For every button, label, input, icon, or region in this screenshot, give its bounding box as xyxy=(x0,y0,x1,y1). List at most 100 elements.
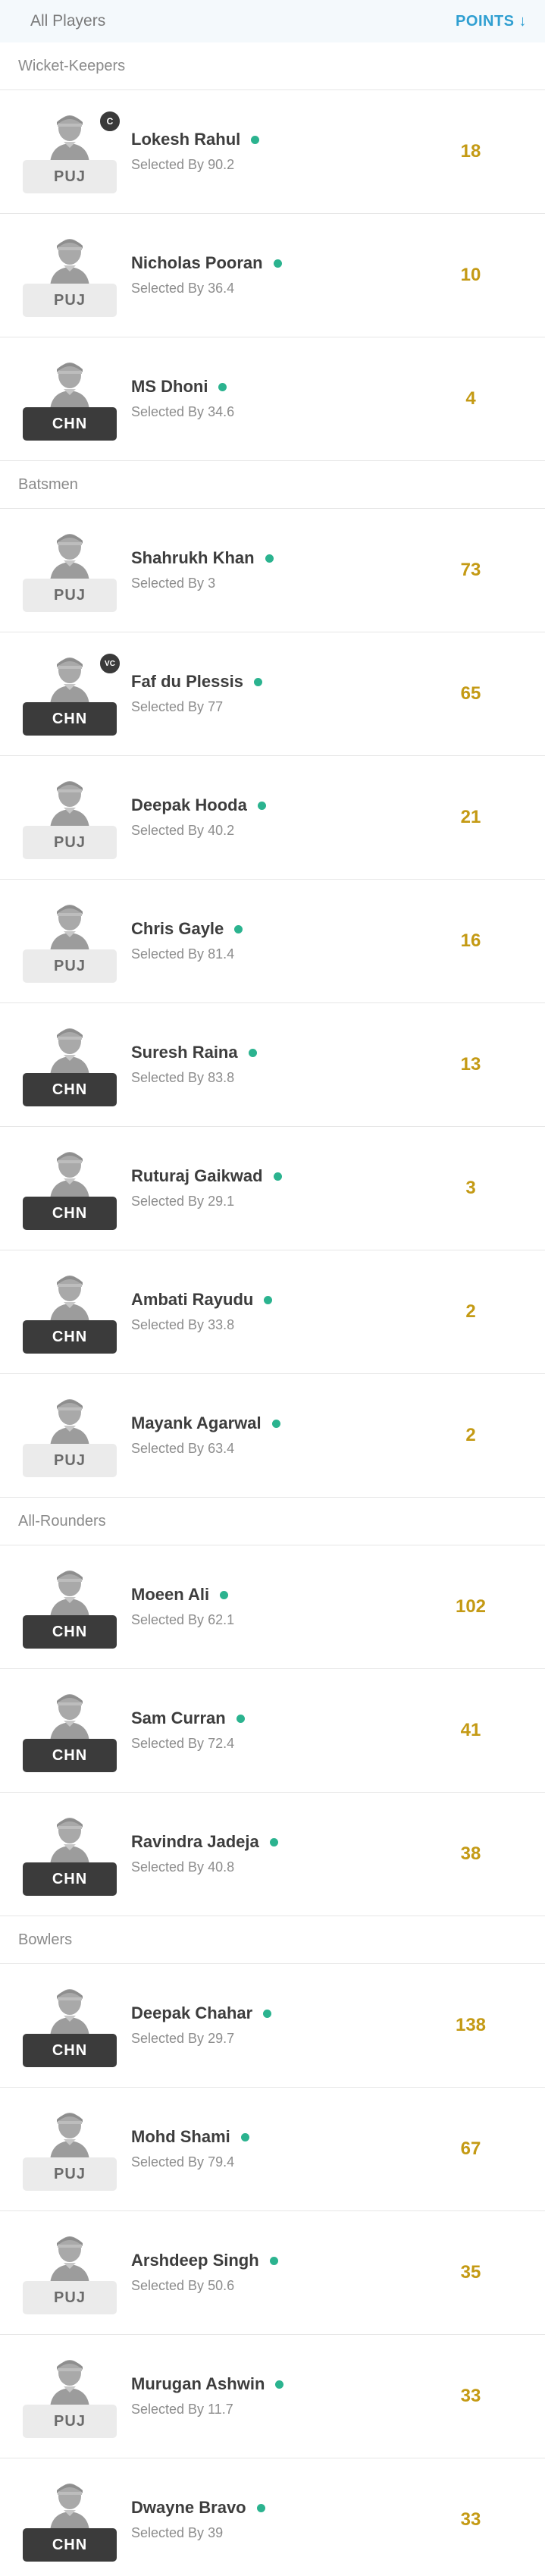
player-row-lokesh-rahul[interactable]: PUJ C Lokesh Rahul Selected By 90.2 18 xyxy=(0,90,545,214)
player-row-deepak-chahar[interactable]: CHN Deepak Chahar Selected By 29.7 138 xyxy=(0,1964,545,2088)
player-points: 73 xyxy=(460,560,481,580)
player-points: 35 xyxy=(460,2262,481,2283)
player-row-ms-dhoni[interactable]: CHN MS Dhoni Selected By 34.6 4 xyxy=(0,337,545,461)
selected-by-text: Selected By 29.7 xyxy=(131,2031,271,2047)
player-row-faf-du-plessis[interactable]: CHN VC Faf du Plessis Selected By 77 65 xyxy=(0,632,545,756)
selected-by-label: Selected By xyxy=(131,699,205,714)
person-silhouette-icon xyxy=(50,1275,89,1323)
person-silhouette-icon xyxy=(50,2483,89,2531)
player-row-shahrukh-khan[interactable]: PUJ Shahrukh Khan Selected By 3 73 xyxy=(0,509,545,632)
player-row-ruturaj-gaikwad[interactable]: CHN Ruturaj Gaikwad Selected By 29.1 3 xyxy=(0,1127,545,1250)
selected-by-label: Selected By xyxy=(131,2278,205,2293)
person-silhouette-icon xyxy=(50,1818,89,1865)
team-tag: PUJ xyxy=(23,949,117,983)
selected-by-label: Selected By xyxy=(131,2154,205,2170)
player-info: Dwayne Bravo Selected By 39 xyxy=(131,2498,265,2541)
player-row-ambati-rayudu[interactable]: CHN Ambati Rayudu Selected By 33.8 2 xyxy=(0,1250,545,1374)
player-name: Ambati Rayudu xyxy=(131,1290,254,1309)
player-points: 16 xyxy=(460,930,481,951)
selected-by-label: Selected By xyxy=(131,946,205,962)
player-name: Deepak Hooda xyxy=(131,795,247,814)
player-name: Deepak Chahar xyxy=(131,2003,253,2022)
selected-by-label: Selected By xyxy=(131,1194,205,1209)
selected-by-text: Selected By 33.8 xyxy=(131,1317,272,1333)
player-avatar: CHN xyxy=(23,1692,117,1772)
player-row-mayank-agarwal[interactable]: PUJ Mayank Agarwal Selected By 63.4 2 xyxy=(0,1374,545,1498)
selected-by-text: Selected By 72.4 xyxy=(131,1736,245,1752)
player-row-murugan-ashwin[interactable]: PUJ Murugan Ashwin Selected By 11.7 33 xyxy=(0,2335,545,2458)
green-dot-icon xyxy=(218,382,227,391)
section-header-wicket-keepers: Wicket-Keepers xyxy=(0,42,545,90)
player-points: 4 xyxy=(465,388,476,409)
player-name: Chris Gayle xyxy=(131,919,224,938)
green-dot-icon xyxy=(265,554,274,563)
selected-by-text: Selected By 40.2 xyxy=(131,823,266,839)
selected-by-text: Selected By 50.6 xyxy=(131,2278,278,2294)
player-points: 2 xyxy=(465,1301,476,1322)
team-tag: CHN xyxy=(23,1739,117,1772)
sort-by-points-button[interactable]: POINTS ↓ xyxy=(456,13,527,30)
selected-by-value: 83.8 xyxy=(208,1070,235,1085)
selected-by-value: 33.8 xyxy=(208,1317,235,1332)
player-row-dwayne-bravo[interactable]: CHN Dwayne Bravo Selected By 39 33 xyxy=(0,2458,545,2576)
player-row-arshdeep-singh[interactable]: PUJ Arshdeep Singh Selected By 50.6 35 xyxy=(0,2211,545,2335)
person-silhouette-icon xyxy=(50,1028,89,1076)
player-info: Ambati Rayudu Selected By 33.8 xyxy=(131,1290,273,1333)
player-row-suresh-raina[interactable]: CHN Suresh Raina Selected By 83.8 13 xyxy=(0,1003,545,1127)
player-row-deepak-hooda[interactable]: PUJ Deepak Hooda Selected By 40.2 21 xyxy=(0,756,545,880)
player-name: Murugan Ashwin xyxy=(131,2374,265,2393)
person-silhouette-icon xyxy=(50,534,89,582)
selected-by-value: 62.1 xyxy=(208,1612,235,1627)
selected-by-value: 34.6 xyxy=(208,404,235,419)
player-points: 38 xyxy=(460,1843,481,1864)
green-dot-icon xyxy=(248,1048,257,1057)
green-dot-icon xyxy=(273,259,282,268)
player-row-chris-gayle[interactable]: PUJ Chris Gayle Selected By 81.4 16 xyxy=(0,880,545,1003)
selected-by-value: 77 xyxy=(208,699,224,714)
player-row-nicholas-pooran[interactable]: PUJ Nicholas Pooran Selected By 36.4 10 xyxy=(0,214,545,337)
player-row-mohd-shami[interactable]: PUJ Mohd Shami Selected By 79.4 67 xyxy=(0,2088,545,2211)
selected-by-label: Selected By xyxy=(131,1859,205,1875)
player-points: 138 xyxy=(455,2015,487,2035)
player-info: Mayank Agarwal Selected By 63.4 xyxy=(131,1414,280,1457)
player-avatar: PUJ xyxy=(23,779,117,859)
person-silhouette-icon xyxy=(50,362,89,410)
player-info: Deepak Chahar Selected By 29.7 xyxy=(131,2003,272,2047)
green-dot-icon xyxy=(220,1590,229,1599)
section-title: Batsmen xyxy=(18,475,78,493)
selected-by-label: Selected By xyxy=(131,1612,205,1627)
team-tag: PUJ xyxy=(23,579,117,612)
player-points: 67 xyxy=(460,2138,481,2159)
person-silhouette-icon xyxy=(50,781,89,829)
green-dot-icon xyxy=(256,2503,265,2512)
person-silhouette-icon xyxy=(50,1399,89,1447)
person-silhouette-icon xyxy=(50,239,89,287)
team-tag: PUJ xyxy=(23,2157,117,2191)
selected-by-text: Selected By 83.8 xyxy=(131,1070,257,1086)
person-silhouette-icon xyxy=(50,2236,89,2284)
selected-by-text: Selected By 40.8 xyxy=(131,1859,278,1875)
player-avatar: PUJ xyxy=(23,237,117,317)
selected-by-label: Selected By xyxy=(131,1070,205,1085)
sort-label: POINTS xyxy=(456,12,515,30)
player-name: MS Dhoni xyxy=(131,377,208,396)
player-info: Deepak Hooda Selected By 40.2 xyxy=(131,795,266,839)
selected-by-label: Selected By xyxy=(131,2402,205,2417)
player-name: Lokesh Rahul xyxy=(131,130,241,149)
green-dot-icon xyxy=(273,1172,282,1181)
player-info: Ravindra Jadeja Selected By 40.8 xyxy=(131,1832,278,1875)
team-tag: PUJ xyxy=(23,2405,117,2438)
player-info: Sam Curran Selected By 72.4 xyxy=(131,1708,245,1752)
player-row-moeen-ali[interactable]: CHN Moeen Ali Selected By 62.1 102 xyxy=(0,1545,545,1669)
green-dot-icon xyxy=(271,1419,280,1428)
player-row-sam-curran[interactable]: CHN Sam Curran Selected By 72.4 41 xyxy=(0,1669,545,1793)
player-points: 3 xyxy=(465,1178,476,1198)
selected-by-value: 63.4 xyxy=(208,1441,235,1456)
selected-by-text: Selected By 11.7 xyxy=(131,2402,283,2418)
person-silhouette-icon xyxy=(50,115,89,163)
player-row-ravindra-jadeja[interactable]: CHN Ravindra Jadeja Selected By 40.8 38 xyxy=(0,1793,545,1916)
player-avatar: PUJ xyxy=(23,2358,117,2438)
team-tag: CHN xyxy=(23,1615,117,1649)
player-avatar: PUJ xyxy=(23,902,117,983)
green-dot-icon xyxy=(269,2256,278,2265)
